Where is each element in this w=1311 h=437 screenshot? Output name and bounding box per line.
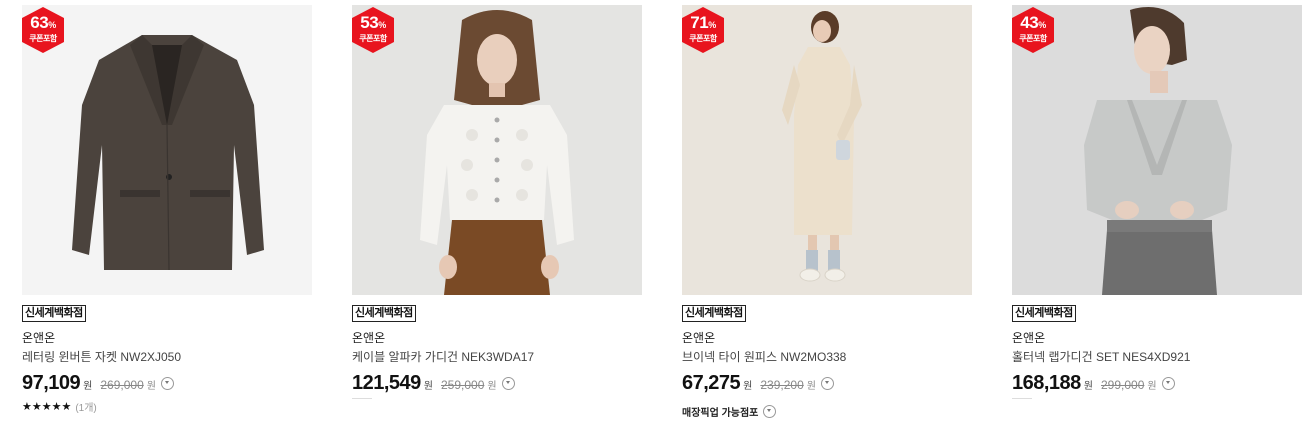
product-name[interactable]: 브이넥 타이 원피스 NW2MO338 [682,350,972,365]
pickup-label: 매장픽업 가능점포 [682,408,759,419]
sale-price: 168,188 [1012,372,1081,394]
sale-price: 67,275 [682,372,741,394]
price-row: 168,188 원 299,000 원 [1012,372,1302,394]
discount-badge: 63% 쿠폰포함 [22,7,64,53]
divider [352,398,372,399]
product-name[interactable]: 레터링 윈버튼 자켓 NW2XJ050 [22,350,312,365]
brand-name[interactable]: 온앤온 [22,331,312,346]
product-name[interactable]: 케이블 알파카 가디건 NEK3WDA17 [352,350,642,365]
price-row: 67,275 원 239,200 원 [682,372,972,394]
original-price-unit: 원 [1147,381,1157,392]
percent-sign: % [1038,20,1046,30]
dress-model-image [682,5,972,295]
original-price-unit: 원 [806,381,816,392]
price-row: 97,109 원 269,000 원 [22,372,312,394]
store-pickup[interactable]: 매장픽업 가능점포 [682,404,972,419]
rating-count: (1개) [75,403,97,414]
chevron-down-icon[interactable] [763,405,777,418]
discount-badge: 43% 쿠폰포함 [1012,7,1054,53]
percent-sign: % [48,20,56,30]
discount-value: 71 [690,13,709,32]
divider [1012,398,1032,399]
product-image[interactable]: 53% 쿠폰포함 [352,5,642,295]
price-info-icon[interactable] [160,377,174,390]
coupon-label: 쿠폰포함 [359,34,387,43]
store-tag: 신세계백화점 [1012,305,1076,322]
wrap-cardigan-model-image [1012,5,1302,295]
original-price-unit: 원 [146,381,156,392]
original-price: 269,000 [100,378,144,392]
brand-name[interactable]: 온앤온 [352,331,642,346]
product-card[interactable]: 43% 쿠폰포함 신세계백화점 온앤온 홀터넥 랩가디건 SET NES4XD9… [1012,5,1302,399]
price-unit: 원 [83,381,93,392]
percent-sign: % [378,20,386,30]
product-name[interactable]: 홀터넥 랩가디건 SET NES4XD921 [1012,350,1302,365]
brand-name[interactable]: 온앤온 [682,331,972,346]
product-card[interactable]: 53% 쿠폰포함 신세계백화점 온앤온 케이블 알파카 가디건 NEK3WDA1… [352,5,642,399]
price-info-icon[interactable] [820,377,834,390]
product-image[interactable]: 43% 쿠폰포함 [1012,5,1302,295]
product-image[interactable]: 71% 쿠폰포함 [682,5,972,295]
discount-value: 53 [360,13,379,32]
price-info-icon[interactable] [501,377,515,390]
brand-name[interactable]: 온앤온 [1012,331,1302,346]
discount-badge: 71% 쿠폰포함 [682,7,724,53]
price-info-icon[interactable] [1161,377,1175,390]
cardigan-model-image [352,5,642,295]
original-price: 299,000 [1101,378,1145,392]
product-card[interactable]: 63% 쿠폰포함 신세계백화점 온앤온 레터링 윈버튼 자켓 NW2XJ050 … [22,5,312,414]
coupon-label: 쿠폰포함 [29,34,57,43]
product-grid: 63% 쿠폰포함 신세계백화점 온앤온 레터링 윈버튼 자켓 NW2XJ050 … [0,0,1311,437]
percent-sign: % [708,20,716,30]
sale-price: 121,549 [352,372,421,394]
price-unit: 원 [1083,381,1093,392]
coupon-label: 쿠폰포함 [1019,34,1047,43]
jacket-image [22,5,312,295]
price-unit: 원 [743,381,753,392]
store-tag: 신세계백화점 [352,305,416,322]
rating: ★★★★★ (1개) [22,399,312,414]
discount-badge: 53% 쿠폰포함 [352,7,394,53]
price-row: 121,549 원 259,000 원 [352,372,642,394]
original-price-unit: 원 [487,381,497,392]
product-image[interactable]: 63% 쿠폰포함 [22,5,312,295]
store-tag: 신세계백화점 [22,305,86,322]
sale-price: 97,109 [22,372,81,394]
discount-value: 43 [1020,13,1039,32]
discount-value: 63 [30,13,49,32]
store-tag: 신세계백화점 [682,305,746,322]
price-unit: 원 [423,381,433,392]
original-price: 239,200 [760,378,804,392]
coupon-label: 쿠폰포함 [689,34,717,43]
original-price: 259,000 [441,378,485,392]
star-rating-icon: ★★★★★ [22,401,72,413]
product-card[interactable]: 71% 쿠폰포함 신세계백화점 온앤온 브이넥 타이 원피스 NW2MO338 … [682,5,972,419]
